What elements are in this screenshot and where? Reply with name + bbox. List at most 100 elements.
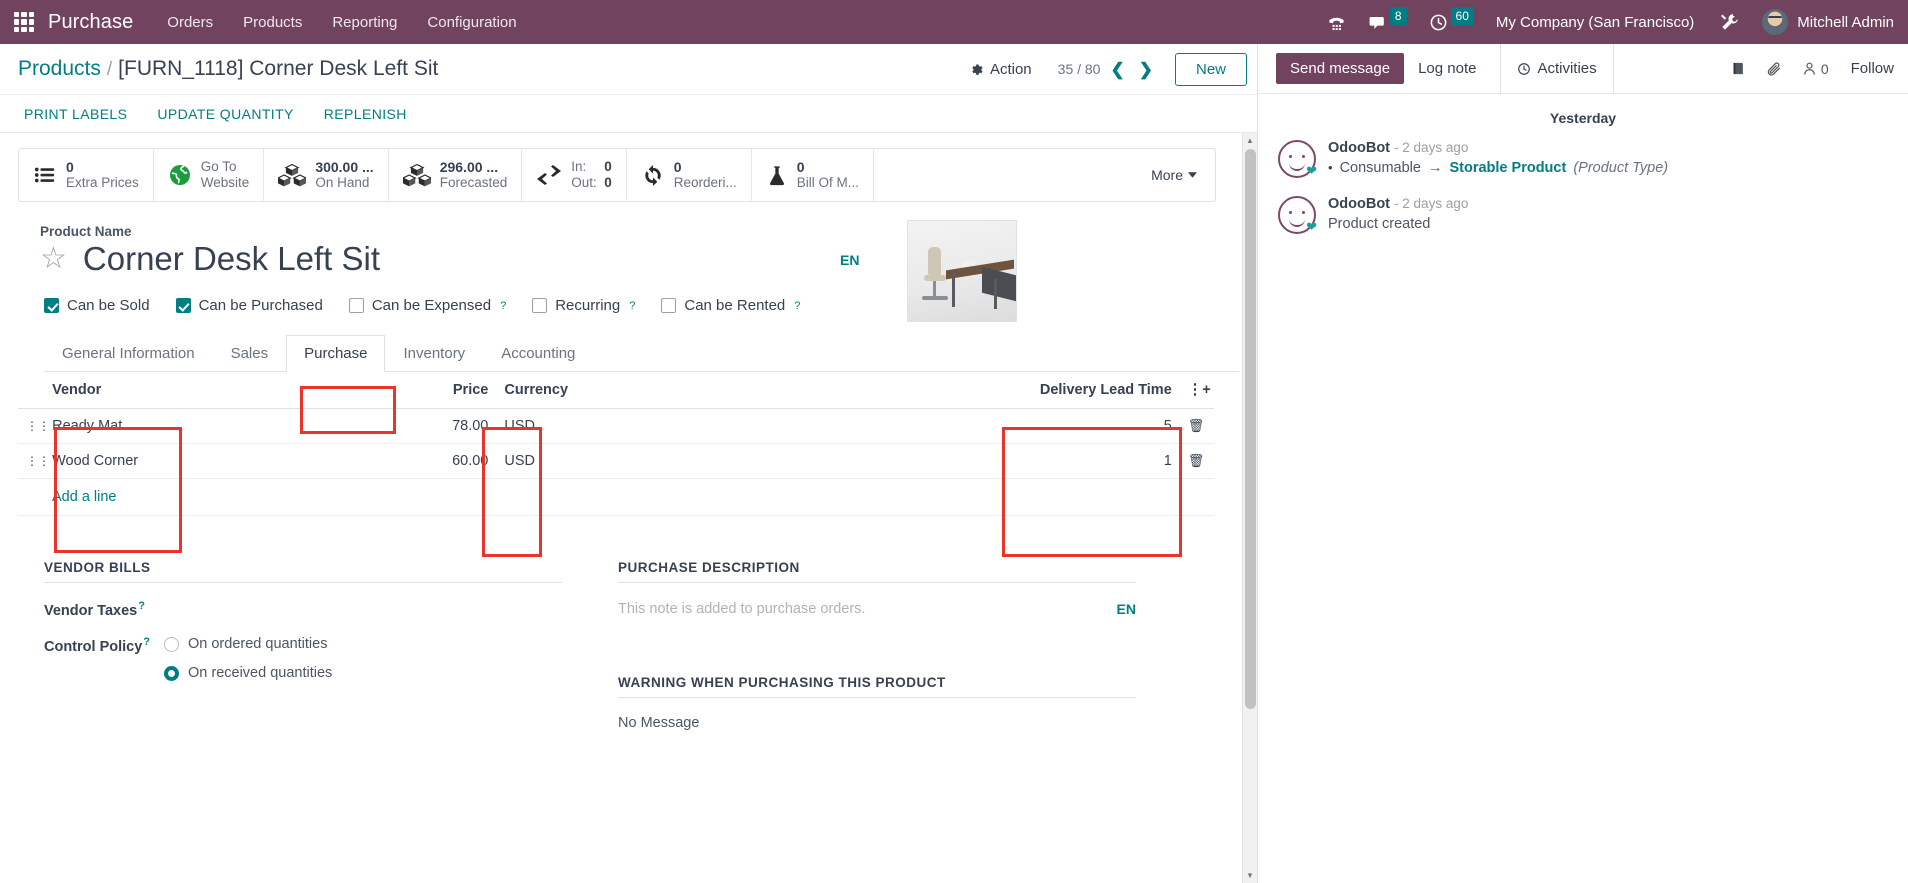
- header-vendor[interactable]: Vendor: [44, 372, 376, 410]
- tab-general-information[interactable]: General Information: [44, 335, 213, 372]
- clock-icon: [1518, 62, 1531, 75]
- action-button[interactable]: Action: [969, 61, 1032, 78]
- page-title[interactable]: Corner Desk Left Sit: [83, 240, 380, 277]
- cell-vendor[interactable]: Ready Mat: [44, 408, 376, 445]
- replenish-button[interactable]: REPLENISH: [324, 106, 407, 122]
- odoobot-avatar[interactable]: ❤: [1278, 140, 1317, 178]
- follow-button[interactable]: Follow: [1851, 60, 1894, 77]
- log-note-button[interactable]: Log note: [1404, 53, 1490, 84]
- column-options-icon[interactable]: ⋮+: [1179, 372, 1214, 410]
- cell-vendor[interactable]: Wood Corner: [44, 443, 376, 480]
- chevron-left-icon[interactable]: ❮: [1110, 61, 1124, 78]
- menu-reporting[interactable]: Reporting: [332, 14, 397, 31]
- messages-icon[interactable]: 8: [1368, 6, 1407, 32]
- stat-go-to-website[interactable]: Go To Website: [154, 149, 265, 201]
- paperclip-icon[interactable]: [1766, 61, 1782, 77]
- chevron-right-icon[interactable]: ❯: [1139, 61, 1153, 78]
- trash-icon[interactable]: 🗑: [1179, 443, 1214, 480]
- table-row[interactable]: ⋮⋮ Ready Mat 78.00 USD 5 🗑: [18, 408, 1214, 445]
- company-selector[interactable]: My Company (San Francisco): [1496, 14, 1694, 31]
- cell-currency[interactable]: USD: [496, 408, 929, 445]
- scrollbar-thumb[interactable]: [1245, 149, 1256, 709]
- checkbox-can-be-purchased[interactable]: Can be Purchased: [175, 297, 323, 314]
- checkbox-box[interactable]: [44, 298, 59, 314]
- cell-price[interactable]: 60.00: [375, 443, 497, 480]
- radio-circle[interactable]: [164, 636, 179, 652]
- menu-products[interactable]: Products: [243, 14, 302, 31]
- arrow-right-icon: →: [1427, 160, 1443, 176]
- drag-handle[interactable]: ⋮⋮: [18, 408, 50, 445]
- tab-purchase[interactable]: Purchase: [286, 335, 386, 373]
- menu-configuration[interactable]: Configuration: [427, 14, 516, 31]
- apps-grid-icon[interactable]: [14, 12, 34, 32]
- send-message-button[interactable]: Send message: [1276, 53, 1405, 84]
- purchase-description-input[interactable]: This note is added to purchase orders.: [618, 601, 865, 617]
- app-brand-purchase[interactable]: Purchase: [48, 11, 133, 34]
- help-icon[interactable]: ?: [500, 300, 506, 312]
- clock-icon[interactable]: 60: [1429, 6, 1474, 32]
- message-author[interactable]: OdooBot: [1328, 196, 1390, 212]
- header-delivery-lead-time[interactable]: Delivery Lead Time: [928, 372, 1180, 410]
- product-image[interactable]: [907, 220, 1017, 322]
- drag-handle[interactable]: ⋮⋮: [18, 443, 50, 480]
- stat-forecasted[interactable]: 296.00 ... Forecasted: [389, 149, 523, 201]
- stat-bill-of-materials[interactable]: 0 Bill Of M...: [752, 149, 875, 201]
- help-icon[interactable]: ?: [143, 636, 150, 648]
- message-author[interactable]: OdooBot: [1328, 140, 1390, 156]
- pager-counter[interactable]: 35 / 80: [1058, 61, 1101, 77]
- new-button[interactable]: New: [1174, 52, 1247, 86]
- purchase-description-language-badge[interactable]: EN: [1117, 601, 1136, 617]
- checkbox-can-be-rented[interactable]: Can be Rented ?: [661, 297, 800, 314]
- stat-in-out[interactable]: In: 0 Out: 0: [522, 149, 627, 201]
- checkbox-box[interactable]: [661, 298, 677, 314]
- print-labels-button[interactable]: PRINT LABELS: [24, 106, 127, 122]
- header-currency[interactable]: Currency: [496, 372, 929, 410]
- stat-reordering[interactable]: 0 Reorderi...: [627, 149, 752, 201]
- trash-icon[interactable]: 🗑: [1179, 408, 1214, 445]
- form-pane: Products / [FURN_1118] Corner Desk Left …: [0, 44, 1258, 883]
- cell-price[interactable]: 78.00: [375, 408, 497, 445]
- stat-extra-prices[interactable]: 0 Extra Prices: [19, 149, 154, 201]
- warning-message-value[interactable]: No Message: [618, 698, 1136, 731]
- radio-circle[interactable]: [164, 665, 179, 681]
- form-scrollbar[interactable]: ▲ ▼: [1242, 133, 1257, 883]
- scroll-up-arrow[interactable]: ▲: [1243, 133, 1257, 148]
- radio-on-ordered-quantities[interactable]: On ordered quantities: [164, 636, 332, 652]
- followers-icon[interactable]: 0: [1802, 61, 1829, 77]
- checkbox-box[interactable]: [348, 298, 364, 314]
- update-quantity-button[interactable]: UPDATE QUANTITY: [157, 106, 293, 122]
- tab-inventory[interactable]: Inventory: [385, 335, 483, 372]
- checkbox-box[interactable]: [532, 298, 548, 314]
- cell-delivery-lead-time[interactable]: 1: [928, 443, 1180, 480]
- checkbox-recurring[interactable]: Recurring ?: [532, 297, 635, 314]
- checkbox-box[interactable]: [175, 298, 191, 314]
- scroll-down-arrow[interactable]: ▼: [1243, 868, 1257, 883]
- dialpad-icon[interactable]: [1327, 13, 1346, 32]
- product-name-language-badge[interactable]: EN: [840, 252, 859, 268]
- activities-button[interactable]: Activities: [1500, 43, 1614, 94]
- radio-on-received-quantities[interactable]: On received quantities: [164, 665, 332, 681]
- tab-accounting[interactable]: Accounting: [483, 335, 593, 372]
- stat-on-hand[interactable]: 300.00 ... On Hand: [264, 149, 389, 201]
- help-icon[interactable]: ?: [629, 300, 635, 312]
- header-price[interactable]: Price: [375, 372, 497, 410]
- more-stat-buttons[interactable]: More: [1133, 149, 1215, 201]
- avatar[interactable]: [1762, 9, 1789, 35]
- menu-orders[interactable]: Orders: [167, 14, 213, 31]
- help-icon[interactable]: ?: [794, 300, 800, 312]
- tools-icon[interactable]: [1720, 12, 1740, 32]
- tab-sales[interactable]: Sales: [213, 335, 287, 372]
- odoobot-avatar[interactable]: ❤: [1278, 196, 1317, 234]
- book-icon[interactable]: [1731, 61, 1746, 76]
- table-row[interactable]: ⋮⋮ Wood Corner 60.00 USD 1 🗑: [18, 443, 1214, 480]
- breadcrumb-products[interactable]: Products: [18, 57, 101, 81]
- user-menu[interactable]: Mitchell Admin: [1797, 14, 1894, 31]
- checkbox-can-be-expensed[interactable]: Can be Expensed ?: [348, 297, 506, 314]
- checkbox-can-be-sold[interactable]: Can be Sold: [44, 297, 150, 314]
- cell-delivery-lead-time[interactable]: 5: [928, 408, 1180, 445]
- help-icon[interactable]: ?: [138, 600, 145, 612]
- star-icon[interactable]: ☆: [40, 244, 67, 274]
- cell-currency[interactable]: USD: [496, 443, 929, 480]
- vendor-taxes-field[interactable]: [164, 600, 562, 619]
- add-a-line-button[interactable]: Add a line: [18, 479, 125, 515]
